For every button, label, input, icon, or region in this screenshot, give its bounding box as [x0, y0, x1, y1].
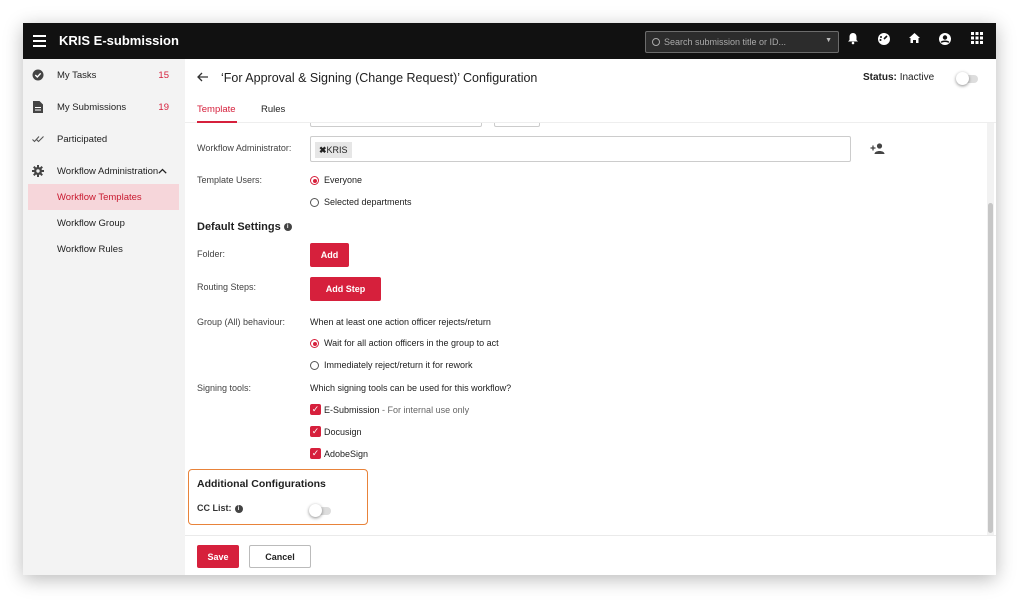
- sidebar-item-my-tasks[interactable]: My Tasks 15: [23, 64, 185, 86]
- docusign-label: Docusign: [324, 427, 362, 437]
- sidebar-item-label: My Submissions: [57, 101, 127, 113]
- radio-immediately-reject-label: Immediately reject/return it for rework: [324, 360, 473, 370]
- signing-tools-question: Which signing tools can be used for this…: [310, 383, 512, 393]
- radio-immediately-reject[interactable]: [310, 361, 319, 370]
- info-icon[interactable]: i: [234, 504, 243, 513]
- sidebar-item-label: Workflow Rules: [57, 243, 123, 255]
- checkbox-adobesign[interactable]: ✓: [310, 448, 321, 459]
- sidebar-item-label: My Tasks: [57, 69, 97, 81]
- scrolled-field-remnant: [494, 123, 540, 127]
- tab-template[interactable]: Template: [197, 104, 236, 115]
- tab-rules[interactable]: Rules: [261, 104, 285, 115]
- workflow-admin-field[interactable]: ✖KRIS: [310, 136, 851, 162]
- scrollbar[interactable]: [987, 123, 994, 535]
- app-title: KRIS E-submission: [59, 33, 179, 48]
- sidebar-item-workflow-group[interactable]: Workflow Group: [28, 210, 179, 236]
- radio-everyone[interactable]: [310, 176, 319, 185]
- default-settings-text: Default Settings: [197, 221, 281, 233]
- menu-icon[interactable]: [33, 33, 46, 49]
- page-title: ‘For Approval & Signing (Change Request)…: [221, 71, 538, 85]
- check-circle-icon: [32, 69, 44, 81]
- template-form: Workflow Administrator: ✖KRIS Template U…: [185, 123, 996, 535]
- search-icon: [652, 38, 660, 46]
- radio-selected-departments[interactable]: [310, 198, 319, 207]
- form-footer: Save Cancel: [185, 535, 996, 575]
- admin-chip-label: KRIS: [326, 145, 348, 155]
- submission-count: 19: [158, 101, 169, 113]
- sidebar: My Tasks 15 My Submissions 19 Participat…: [23, 59, 185, 575]
- status-text: Status: Inactive: [863, 72, 934, 83]
- search-box[interactable]: ▼: [645, 31, 839, 53]
- add-step-button[interactable]: Add Step: [310, 277, 381, 301]
- page-header: ‘For Approval & Signing (Change Request)…: [185, 59, 996, 97]
- scrollbar-thumb[interactable]: [988, 203, 993, 533]
- sidebar-item-label: Workflow Group: [57, 217, 125, 229]
- radio-wait-for-all-label: Wait for all action officers in the grou…: [324, 338, 499, 348]
- back-arrow-icon[interactable]: [197, 69, 209, 85]
- tab-bar: Template Rules: [185, 97, 996, 123]
- remove-chip-icon[interactable]: ✖: [319, 145, 327, 155]
- routing-steps-label: Routing Steps:: [197, 282, 257, 292]
- sidebar-item-my-submissions[interactable]: My Submissions 19: [23, 96, 185, 118]
- gear-icon: [32, 165, 44, 177]
- status-value: Inactive: [899, 72, 935, 83]
- sidebar-item-label: Workflow Administration: [57, 165, 159, 177]
- radio-selected-departments-label: Selected departments: [324, 197, 412, 207]
- apps-grid-icon[interactable]: [969, 32, 985, 48]
- sidebar-item-label: Workflow Templates: [57, 191, 142, 203]
- chevron-down-icon[interactable]: ▼: [825, 37, 832, 44]
- esubmission-name: E-Submission: [324, 405, 380, 415]
- app-window: KRIS E-submission ▼: [23, 23, 996, 575]
- dashboard-icon[interactable]: [876, 32, 892, 48]
- additional-configurations-title: Additional Configurations: [197, 478, 326, 490]
- template-users-label: Template Users:: [197, 175, 263, 185]
- cc-list-text: CC List:: [197, 503, 232, 513]
- checkbox-esubmission[interactable]: ✓: [310, 404, 321, 415]
- sidebar-item-workflow-administration[interactable]: Workflow Administration: [23, 160, 185, 182]
- sidebar-item-workflow-rules[interactable]: Workflow Rules: [28, 236, 179, 262]
- checkbox-docusign[interactable]: ✓: [310, 426, 321, 437]
- account-icon[interactable]: [937, 32, 953, 48]
- radio-wait-for-all[interactable]: [310, 339, 319, 348]
- group-behaviour-question: When at least one action officer rejects…: [310, 317, 491, 327]
- status-toggle[interactable]: [956, 72, 978, 85]
- workflow-admin-label: Workflow Administrator:: [197, 143, 292, 153]
- info-icon[interactable]: i: [283, 223, 292, 232]
- main-panel: ‘For Approval & Signing (Change Request)…: [185, 59, 996, 575]
- radio-everyone-label: Everyone: [324, 175, 363, 185]
- sidebar-item-label: Participated: [57, 133, 108, 145]
- adobesign-label: AdobeSign: [324, 449, 369, 459]
- cc-list-label: CC List: i: [197, 503, 243, 513]
- sidebar-item-participated[interactable]: Participated: [23, 128, 185, 150]
- esubmission-note: - For internal use only: [382, 405, 470, 415]
- home-icon[interactable]: [906, 32, 922, 48]
- folder-label: Folder:: [197, 249, 226, 259]
- status-label: Status:: [863, 72, 897, 83]
- task-count: 15: [158, 69, 169, 81]
- search-input[interactable]: [664, 37, 814, 47]
- toggle-knob: [956, 72, 969, 85]
- cc-list-toggle[interactable]: [309, 504, 331, 517]
- default-settings-title: Default Settings i: [197, 221, 292, 233]
- cancel-button[interactable]: Cancel: [249, 545, 311, 568]
- top-bar: KRIS E-submission ▼: [23, 23, 996, 59]
- add-user-icon[interactable]: [870, 143, 885, 157]
- esubmission-label: E-Submission - For internal use only: [324, 405, 469, 415]
- signing-tools-label: Signing tools:: [197, 383, 252, 393]
- toggle-knob: [309, 504, 322, 517]
- scrolled-field-remnant: [310, 123, 482, 127]
- double-check-icon: [32, 133, 44, 145]
- chevron-up-icon[interactable]: [158, 166, 167, 177]
- bell-icon[interactable]: [845, 32, 861, 48]
- save-button[interactable]: Save: [197, 545, 239, 568]
- document-icon: [32, 101, 44, 113]
- add-folder-button[interactable]: Add: [310, 243, 349, 267]
- sidebar-item-workflow-templates[interactable]: Workflow Templates: [28, 184, 179, 210]
- group-behaviour-label: Group (All) behaviour:: [197, 317, 286, 327]
- admin-chip[interactable]: ✖KRIS: [315, 142, 352, 158]
